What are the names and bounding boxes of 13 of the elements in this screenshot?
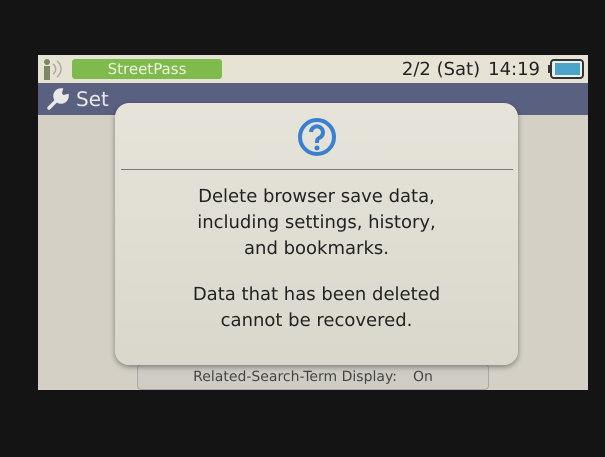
setting-row[interactable]: Related-Search-Term Display: On [137, 364, 489, 390]
antenna-figure-icon [42, 57, 64, 81]
battery-icon [548, 59, 584, 79]
help-icon [296, 117, 336, 157]
status-time: 14:19 [488, 58, 540, 80]
dialog-warning: Data that has been deleted cannot be recovered. [192, 283, 440, 333]
setting-value: On [412, 369, 433, 387]
status-date: 2/2 (Sat) [402, 58, 480, 80]
streetpass-badge: StreetPass [72, 59, 222, 79]
wrench-icon [46, 87, 70, 111]
dialog-message: Delete browser save data, including settings, history, and bookmarks. [197, 185, 436, 261]
header-title: Set [76, 87, 109, 111]
setting-label: Related-Search-Term Display: [193, 369, 397, 387]
